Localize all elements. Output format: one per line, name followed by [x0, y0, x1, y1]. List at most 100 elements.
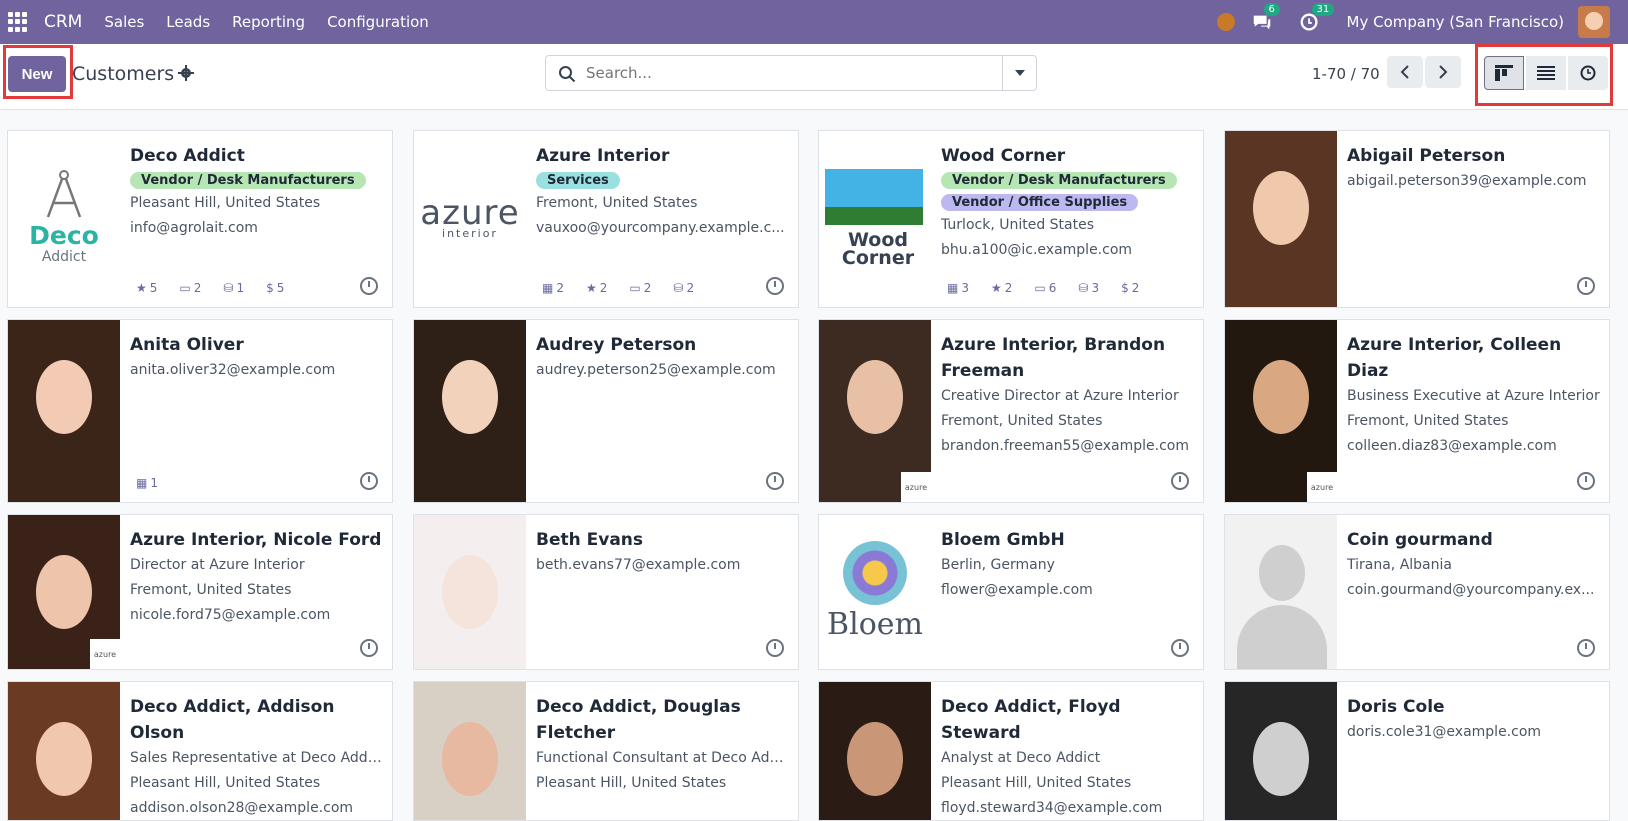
activity-clock-icon[interactable]	[360, 277, 378, 295]
customer-email: floyd.steward34@example.com	[941, 800, 1163, 816]
customer-email: coin.gourmand@yourcompany.ex...	[1347, 582, 1595, 598]
activity-clock-icon[interactable]	[1577, 472, 1595, 490]
stat-opportunities[interactable]: ★ 2	[991, 281, 1012, 295]
activity-clock-icon[interactable]	[360, 472, 378, 490]
customer-location: Fremont, United States	[941, 413, 1103, 429]
stat-sales[interactable]: ⛁ 2	[673, 281, 694, 295]
star-icon: ★	[990, 281, 1002, 295]
stat-sales[interactable]: ⛁ 3	[1078, 281, 1099, 295]
menu-leads[interactable]: Leads	[166, 13, 210, 31]
customer-card[interactable]: Beth Evans beth.evans77@example.com	[413, 514, 799, 670]
star-icon: ★	[136, 281, 147, 295]
customer-card[interactable]: Coin gourmand Tirana, Albania coin.gourm…	[1224, 514, 1610, 670]
activities-button[interactable]: 31	[1299, 3, 1335, 33]
customer-email: beth.evans77@example.com	[536, 557, 741, 573]
stat-due[interactable]: $2	[1121, 281, 1139, 295]
company-mini-logo: azure	[90, 639, 120, 669]
customer-card[interactable]: azure Azure Interior, Colleen Diaz Busin…	[1224, 319, 1610, 503]
card-icon: ▭	[1034, 281, 1046, 295]
app-name[interactable]: CRM	[44, 12, 82, 32]
tag-badge: Services	[536, 172, 620, 189]
gear-icon[interactable]	[178, 65, 194, 81]
placeholder-avatar-icon	[1225, 515, 1337, 669]
customer-card[interactable]: azure interior Azure Interior Services F…	[413, 130, 799, 308]
activity-clock-icon[interactable]	[766, 277, 784, 295]
top-navbar: CRM Sales Leads Reporting Configuration …	[0, 0, 1628, 44]
company-mini-logo: azure	[1307, 472, 1337, 502]
chevron-left-icon	[1400, 65, 1409, 79]
activity-clock-icon[interactable]	[1577, 639, 1595, 657]
user-avatar[interactable]	[1578, 6, 1610, 38]
customer-card[interactable]: Audrey Peterson audrey.peterson25@exampl…	[413, 319, 799, 503]
company-logo: Bloem	[819, 515, 931, 669]
contact-photo: azure	[8, 515, 120, 669]
stat-due[interactable]: $5	[266, 281, 284, 295]
contact-photo	[414, 320, 526, 502]
stat-invoices[interactable]: ▭ 2	[179, 281, 201, 295]
card-icon: ▭	[629, 281, 641, 295]
activity-clock-icon[interactable]	[1577, 277, 1595, 295]
menu-configuration[interactable]: Configuration	[327, 13, 429, 31]
calendar-icon: ▦	[136, 476, 148, 490]
stat-meetings[interactable]: ▦ 1	[136, 476, 158, 490]
activity-clock-icon[interactable]	[766, 639, 784, 657]
search-options-toggle[interactable]	[1002, 56, 1036, 90]
customer-job: Analyst at Deco Addict	[941, 750, 1101, 766]
logo-subtext: Addict	[41, 249, 87, 265]
debug-icon[interactable]	[1216, 13, 1235, 31]
basket-icon: ⛁	[1078, 281, 1089, 295]
menu-sales[interactable]: Sales	[104, 13, 144, 31]
messages-button[interactable]: 6	[1251, 3, 1280, 33]
customer-card[interactable]: Anita Oliver anita.oliver32@example.com …	[7, 319, 393, 503]
customer-name: Doris Cole	[1347, 697, 1445, 717]
contact-photo	[1225, 682, 1337, 820]
customer-job: Sales Representative at Deco Addict	[130, 750, 384, 766]
customer-name: Wood Corner	[941, 146, 1066, 166]
contact-photo: azure	[819, 320, 931, 502]
customer-card[interactable]: Doris Cole doris.cole31@example.com	[1224, 681, 1610, 821]
contact-photo	[819, 682, 931, 820]
search-bar	[545, 55, 1037, 91]
search-icon	[559, 66, 576, 83]
pager-previous-button[interactable]	[1387, 56, 1423, 88]
customer-card[interactable]: Abigail Peterson abigail.peterson39@exam…	[1224, 130, 1610, 308]
compass-logo-icon	[46, 170, 82, 218]
activity-clock-icon[interactable]	[766, 472, 784, 490]
stat-invoices[interactable]: ▭ 6	[1034, 281, 1056, 295]
search-input[interactable]	[586, 61, 996, 85]
customer-card[interactable]: Deco Addict, Addison Olson Sales Represe…	[7, 681, 393, 821]
customer-email: flower@example.com	[941, 582, 1093, 598]
stat-opportunities[interactable]: ★ 5	[136, 281, 157, 295]
customer-name: Azure Interior, Nicole Ford	[130, 530, 382, 550]
activity-clock-icon[interactable]	[1171, 639, 1189, 657]
company-logo: Deco Addict	[8, 131, 120, 307]
apps-menu-icon[interactable]	[8, 12, 28, 32]
stat-meetings[interactable]: ▦ 3	[947, 281, 969, 295]
customer-location: Turlock, United States	[941, 217, 1095, 233]
customer-card[interactable]: Deco Addict, Floyd Steward Analyst at De…	[818, 681, 1204, 821]
contact-photo	[8, 320, 120, 502]
customer-card[interactable]: azure Azure Interior, Brandon Freeman Cr…	[818, 319, 1204, 503]
activities-count-badge: 31	[1311, 3, 1335, 16]
messages-count-badge: 6	[1263, 3, 1280, 16]
customer-card[interactable]: Deco Addict, Douglas Fletcher Functional…	[413, 681, 799, 821]
activity-clock-icon[interactable]	[360, 639, 378, 657]
company-switcher[interactable]: My Company (San Francisco)	[1347, 13, 1564, 31]
stat-invoices[interactable]: ▭ 2	[629, 281, 651, 295]
customer-name: Deco Addict, Douglas Fletcher	[536, 697, 741, 743]
activity-clock-icon[interactable]	[1171, 472, 1189, 490]
customer-card[interactable]: Bloem Bloem GmbH Berlin, Germany flower@…	[818, 514, 1204, 670]
customer-email: vauxoo@yourcompany.example.c...	[536, 220, 785, 236]
customer-card[interactable]: azure Azure Interior, Nicole Ford Direct…	[7, 514, 393, 670]
menu-reporting[interactable]: Reporting	[232, 13, 305, 31]
stat-meetings[interactable]: ▦ 2	[542, 281, 564, 295]
stat-opportunities[interactable]: ★ 2	[586, 281, 607, 295]
customer-name: Beth Evans	[536, 530, 644, 550]
stat-sales[interactable]: ⛁ 1	[223, 281, 244, 295]
pager-next-button[interactable]	[1425, 56, 1461, 88]
pager-value[interactable]: 1-70 / 70	[1312, 65, 1380, 83]
star-icon: ★	[585, 281, 597, 295]
customer-card[interactable]: Wood Corner Wood Corner Vendor / Desk Ma…	[818, 130, 1204, 308]
customer-email: nicole.ford75@example.com	[130, 607, 331, 623]
customer-card[interactable]: Deco Addict Deco Addict Vendor / Desk Ma…	[7, 130, 393, 308]
